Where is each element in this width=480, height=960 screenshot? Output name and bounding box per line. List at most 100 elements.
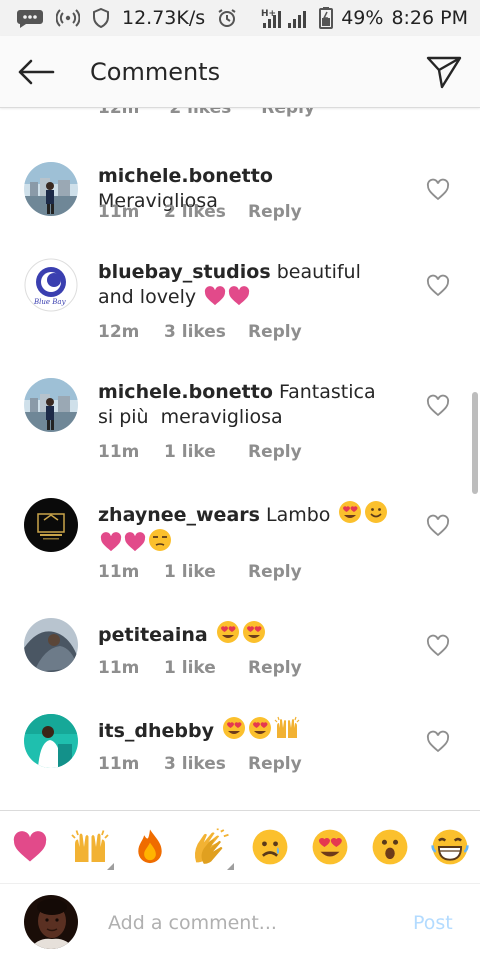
battery-level: 49% — [341, 7, 384, 29]
partial-comment-meta: 12m 2 likes Reply — [98, 108, 315, 118]
comment-text: zhaynee_wears Lambo — [98, 500, 398, 556]
comment-item: its_dhebby 11m 3 likes Reply — [0, 714, 480, 810]
comment-username[interactable]: bluebay_studios — [98, 261, 271, 283]
emoji-button-sad-face[interactable] — [240, 810, 300, 884]
heart-eyes-emoji-icon — [312, 829, 348, 865]
alarm-icon — [217, 8, 237, 28]
avatar[interactable]: Blue Bay — [24, 258, 78, 312]
comment-text: petiteaina — [98, 620, 398, 648]
avatar[interactable] — [24, 714, 78, 768]
post-button[interactable]: Post — [413, 912, 453, 934]
comment-username[interactable]: michele.bonetto — [98, 381, 273, 403]
comment-meta: 11m 1 like Reply — [98, 442, 302, 462]
comment-item: Blue Bay bluebay_studios beautiful and l… — [0, 258, 480, 378]
emoji-button-heart-eyes[interactable] — [300, 810, 360, 884]
heart-eyes-emoji — [223, 717, 246, 739]
avatar[interactable] — [24, 162, 78, 216]
comment-time: 11m — [98, 658, 140, 678]
heart-emoji — [124, 532, 146, 552]
like-heart-icon[interactable] — [426, 274, 450, 298]
like-heart-icon[interactable] — [426, 514, 450, 538]
comment-likes[interactable]: 1 like — [164, 562, 248, 582]
avatar[interactable] — [24, 498, 78, 552]
back-button[interactable] — [0, 36, 72, 108]
heart-emoji — [100, 532, 122, 552]
grinning-face-emoji-icon — [431, 829, 469, 865]
heart-eyes-emoji — [249, 717, 272, 739]
emoji-button-grinning-face[interactable] — [420, 810, 480, 884]
smile-emoji — [365, 501, 388, 523]
comment-username[interactable]: zhaynee_wears — [98, 504, 260, 526]
heart-eyes-emoji — [339, 501, 362, 523]
raised-hands-emoji — [274, 716, 300, 738]
messages-icon — [16, 8, 44, 28]
avatar[interactable] — [24, 618, 78, 672]
clapping-hands-emoji-icon — [194, 828, 229, 864]
like-heart-icon[interactable] — [426, 178, 450, 202]
comment-item: michele.bonetto Fantastica si più meravi… — [0, 378, 480, 498]
comments-list[interactable]: 12m 2 likes Reply michele.bonetto Meravi… — [0, 108, 480, 810]
comment-time: 11m — [98, 754, 140, 774]
network-speed: 12.73K/s — [122, 7, 206, 29]
comment-time: 11m — [98, 442, 140, 462]
comment-username[interactable]: petiteaina — [98, 624, 208, 646]
comment-meta: 11m 2 likes Reply — [98, 202, 302, 222]
emoji-button-heart[interactable] — [0, 810, 60, 884]
hotspot-icon — [56, 9, 80, 27]
heart-emoji — [205, 286, 226, 306]
like-heart-icon[interactable] — [426, 394, 450, 418]
heart-emoji — [229, 286, 250, 306]
like-heart-icon[interactable] — [426, 634, 450, 658]
reply-button[interactable]: Reply — [248, 442, 302, 462]
skin-tone-indicator — [107, 863, 114, 870]
comment-likes[interactable]: 2 likes — [169, 108, 231, 118]
shield-icon — [92, 8, 110, 28]
heart-eyes-emoji — [242, 621, 265, 643]
comment-item: zhaynee_wears Lambo 11m 1 like Reply — [0, 498, 480, 618]
reply-button[interactable]: Reply — [248, 754, 302, 774]
comment-time: 11m — [98, 562, 140, 582]
page-title: Comments — [90, 57, 221, 86]
heart-eyes-emoji — [216, 621, 239, 643]
status-bar: 12.73K/s H+ 49% 8:26 PM — [0, 0, 480, 36]
emoji-button-clapping-hands[interactable] — [180, 810, 240, 884]
avatar[interactable] — [24, 378, 78, 432]
emoji-bar — [0, 810, 480, 884]
comment-username[interactable]: its_dhebby — [98, 720, 214, 742]
clock: 8:26 PM — [391, 7, 468, 29]
comment-likes[interactable]: 3 likes — [164, 322, 248, 342]
like-heart-icon[interactable] — [426, 730, 450, 754]
share-button[interactable] — [408, 36, 480, 108]
comment-likes[interactable]: 1 like — [164, 442, 248, 462]
comment-text: its_dhebby — [98, 716, 398, 744]
comment-likes[interactable]: 2 likes — [164, 202, 248, 222]
reply-button[interactable]: Reply — [248, 562, 302, 582]
battery-icon — [319, 7, 334, 29]
fire-emoji-icon — [138, 829, 162, 864]
emoji-button-fire[interactable] — [120, 810, 180, 884]
skin-tone-indicator — [227, 863, 234, 870]
comment-input[interactable] — [108, 908, 388, 938]
signal-icon: H+ — [261, 7, 311, 29]
reply-button[interactable]: Reply — [261, 108, 315, 118]
comment-time: 12m — [98, 322, 140, 342]
my-avatar — [24, 895, 78, 949]
surprised-face-emoji-icon — [372, 829, 408, 865]
emoji-button-surprised-face[interactable] — [360, 810, 420, 884]
comment-meta: 11m 3 likes Reply — [98, 754, 302, 774]
comment-time: 12m — [98, 108, 140, 118]
emoji-button-raised-hands[interactable] — [60, 810, 120, 884]
comment-likes[interactable]: 3 likes — [164, 754, 248, 774]
reply-button[interactable]: Reply — [248, 202, 302, 222]
reply-button[interactable]: Reply — [248, 658, 302, 678]
unamused-emoji — [149, 529, 171, 551]
comment-composer: Post — [0, 884, 480, 960]
reply-button[interactable]: Reply — [248, 322, 302, 342]
header-bar: Comments — [0, 36, 480, 108]
comment-time: 11m — [98, 202, 140, 222]
comment-likes[interactable]: 1 like — [164, 658, 248, 678]
raised-hands-emoji-icon — [71, 830, 109, 862]
scrollbar[interactable] — [472, 392, 478, 494]
comment-username[interactable]: michele.bonetto — [98, 165, 273, 187]
heart-emoji-icon — [13, 831, 47, 862]
